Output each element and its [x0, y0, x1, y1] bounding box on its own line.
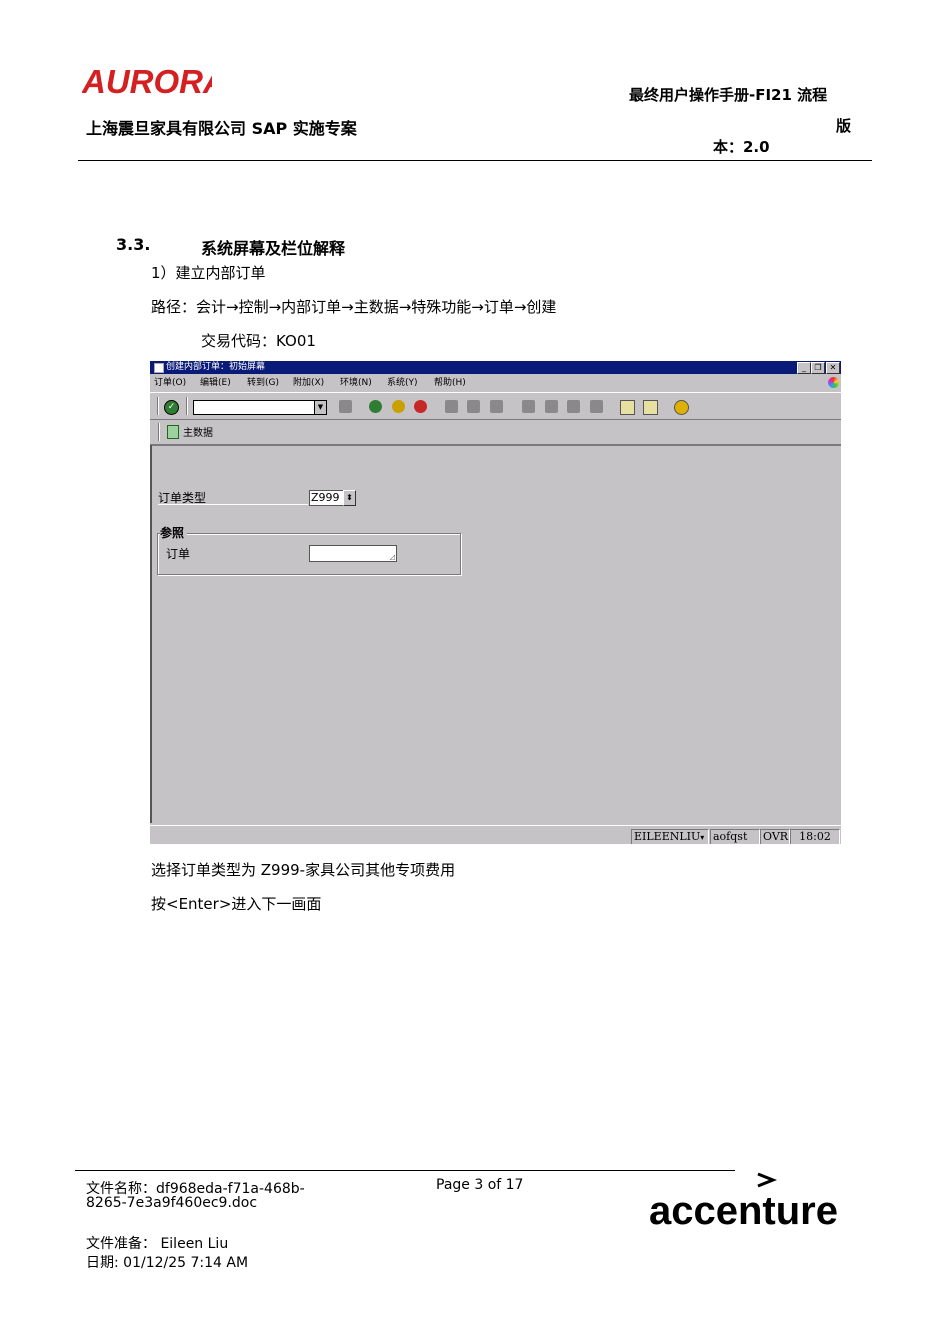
order-type-f4-icon[interactable]: ⬍ — [343, 490, 356, 506]
menu-edit[interactable]: 编辑(E) — [200, 375, 231, 391]
new-session-icon[interactable] — [620, 400, 635, 415]
footer-divider — [75, 1170, 735, 1171]
menu-extras[interactable]: 附加(X) — [293, 375, 324, 391]
menu-help[interactable]: 帮助(H) — [434, 375, 466, 391]
toolbar-separator — [186, 397, 188, 415]
menu-environment[interactable]: 环境(N) — [340, 375, 372, 391]
reference-group-title: 参照 — [160, 524, 188, 541]
status-mode: OVR — [760, 829, 790, 844]
cancel-icon[interactable] — [414, 400, 427, 413]
restore-icon[interactable]: ❐ — [811, 362, 825, 374]
status-client: aofqst — [710, 829, 760, 844]
toolbar-separator — [157, 397, 159, 415]
find-next-icon[interactable] — [490, 400, 503, 413]
enter-check-icon[interactable]: ✓ — [164, 400, 179, 415]
version-number: 本：2.0 — [713, 138, 770, 156]
version-label: 版 — [836, 117, 852, 135]
sap-window-title: 创建内部订单：初始屏幕 — [166, 362, 266, 372]
chevron-down-icon[interactable]: ▼ — [314, 401, 326, 414]
last-page-icon[interactable] — [590, 400, 603, 413]
save-icon[interactable] — [339, 400, 352, 413]
sap-standard-toolbar: ✓ ▼ — [150, 392, 841, 420]
print-icon[interactable] — [445, 400, 458, 413]
exit-icon[interactable] — [392, 400, 405, 413]
menu-goto[interactable]: 转到(G) — [247, 375, 279, 391]
footer-date: 日期: 01/12/25 7:14 AM — [86, 1255, 249, 1271]
order-type-field[interactable]: Z999 — [309, 490, 344, 506]
reference-order-field[interactable]: ◿ — [309, 545, 397, 562]
footer-file-name-cont: 8265-7e3a9f460ec9.doc — [86, 1195, 258, 1211]
minimize-icon[interactable]: _ — [797, 362, 811, 374]
first-page-icon[interactable] — [522, 400, 535, 413]
sap-status-bar: EILEENLIU▾ aofqst OVR 18:02 — [150, 825, 841, 844]
shortcut-icon[interactable] — [643, 400, 658, 415]
menu-order[interactable]: 订单(O) — [154, 375, 186, 391]
footer-prepared-by: 文件准备： Eileen Liu — [86, 1236, 229, 1252]
company-name: 上海震旦家具有限公司 SAP 实施专案 — [86, 119, 357, 138]
section-number: 3.3. — [116, 235, 151, 254]
command-field[interactable]: ▼ — [193, 400, 327, 415]
transaction-code: 交易代码：KO01 — [201, 332, 316, 350]
footer-page-number: Page 3 of 17 — [436, 1177, 524, 1193]
find-icon[interactable] — [467, 400, 480, 413]
back-icon[interactable] — [369, 400, 382, 413]
help-icon[interactable] — [674, 400, 689, 415]
reference-order-label: 订单 — [166, 547, 191, 561]
previous-page-icon[interactable] — [545, 400, 558, 413]
sap-application-toolbar: 主数据 — [150, 419, 841, 446]
next-page-icon[interactable] — [567, 400, 580, 413]
layout-menu-icon[interactable] — [828, 377, 839, 388]
aurora-logo-text: AURORA — [82, 64, 212, 98]
accenture-logo: accenture — [649, 1172, 838, 1232]
toolbar-separator — [158, 423, 160, 441]
section-title: 系统屏幕及栏位解释 — [201, 239, 346, 258]
document-title: 最终用户操作手册-FI21 流程 — [629, 86, 828, 104]
sap-screen-body: 订单类型 Z999 ⬍ 参照 订单 ◿ — [150, 445, 841, 823]
close-icon[interactable]: ✕ — [826, 362, 840, 374]
sap-menubar: 订单(O) 编辑(E) 转到(G) 附加(X) 环境(N) 系统(Y) 帮助(H… — [150, 375, 841, 391]
aurora-logo: AURORA — [82, 64, 212, 98]
menu-system[interactable]: 系统(Y) — [387, 375, 418, 391]
sap-window-screenshot: 创建内部订单：初始屏幕 _ ❐ ✕ 订单(O) 编辑(E) 转到(G) 附加(X… — [150, 361, 841, 844]
status-user[interactable]: EILEENLIU▾ — [631, 829, 709, 844]
master-data-button[interactable]: 主数据 — [183, 424, 213, 439]
window-system-icon — [154, 363, 164, 373]
order-type-label: 订单类型 — [158, 489, 308, 505]
sap-titlebar: 创建内部订单：初始屏幕 _ ❐ ✕ — [150, 361, 841, 374]
step-heading: 1）建立内部订单 — [151, 264, 266, 282]
master-data-icon[interactable] — [167, 425, 179, 439]
status-time: 18:02 — [790, 829, 840, 844]
accenture-logo-text: accenture — [649, 1189, 838, 1232]
header-divider — [78, 160, 872, 161]
menu-path: 路径：会计→控制→内部订单→主数据→特殊功能→订单→创建 — [151, 298, 557, 316]
instruction-select-type: 选择订单类型为 Z999-家具公司其他专项费用 — [151, 861, 456, 879]
instruction-press-enter: 按<Enter>进入下一画面 — [151, 895, 322, 913]
